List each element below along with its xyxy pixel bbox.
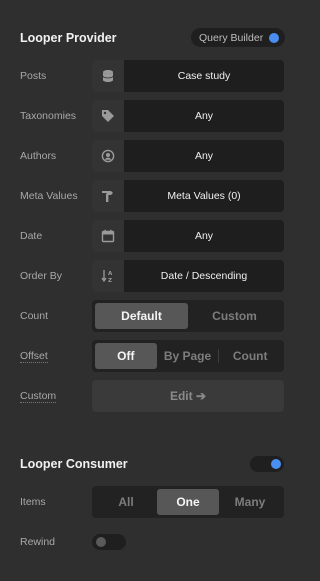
toggle-on-indicator [269,32,279,43]
taxonomies-field[interactable]: Any [92,100,284,132]
sort-az-icon: AZ [92,260,124,292]
toggle-knob [96,537,106,547]
posts-value: Case study [177,70,231,82]
looper-provider-title: Looper Provider [20,31,117,45]
looper-consumer-title: Looper Consumer [20,457,128,471]
taxonomies-label: Taxonomies [20,110,77,122]
authors-label: Authors [20,150,57,162]
posts-field[interactable]: Case study [92,60,284,92]
meta-values-field[interactable]: Meta Values (0) [92,180,284,212]
svg-text:A: A [108,271,113,277]
count-option-custom[interactable]: Custom [188,303,281,329]
items-segmented-control: All One Many [92,486,284,518]
order-by-value: Date / Descending [160,270,248,282]
hammer-icon [92,180,124,212]
order-by-field[interactable]: AZ Date / Descending [92,260,284,292]
toggle-knob [271,459,281,469]
date-label: Date [20,230,43,242]
count-option-default[interactable]: Default [95,303,188,329]
looper-consumer-toggle[interactable] [250,456,284,472]
items-label: Items [20,496,46,508]
database-icon [92,60,124,92]
user-circle-icon [92,140,124,172]
date-field[interactable]: Any [92,220,284,252]
items-option-one[interactable]: One [157,489,219,515]
count-label: Count [20,310,49,322]
date-value: Any [194,230,214,242]
items-option-many[interactable]: Many [219,489,281,515]
svg-text:Z: Z [108,278,112,283]
query-builder-label: Query Builder [199,31,264,44]
taxonomies-value: Any [194,110,214,122]
offset-label: Offset [20,350,48,363]
count-segmented-control: Default Custom [92,300,284,332]
tag-icon [92,100,124,132]
offset-segmented-control: Off By Page Count [92,340,284,372]
offset-option-count[interactable]: Count [219,343,281,369]
meta-values-value: Meta Values (0) [167,190,241,202]
offset-option-by-page[interactable]: By Page [157,343,219,369]
meta-values-label: Meta Values [20,190,78,202]
authors-value: Any [194,150,214,162]
items-option-all[interactable]: All [95,489,157,515]
looper-panel: Looper Provider Query Builder Posts Case… [0,0,307,581]
posts-label: Posts [20,70,47,82]
order-by-label: Order By [20,270,63,282]
custom-label: Custom [20,390,57,403]
query-builder-toggle[interactable]: Query Builder [191,28,285,47]
offset-option-off[interactable]: Off [95,343,157,369]
rewind-label: Rewind [20,536,56,548]
rewind-toggle[interactable] [92,534,126,550]
calendar-icon [92,220,124,252]
custom-edit-button[interactable]: Edit ➔ [92,380,284,412]
authors-field[interactable]: Any [92,140,284,172]
